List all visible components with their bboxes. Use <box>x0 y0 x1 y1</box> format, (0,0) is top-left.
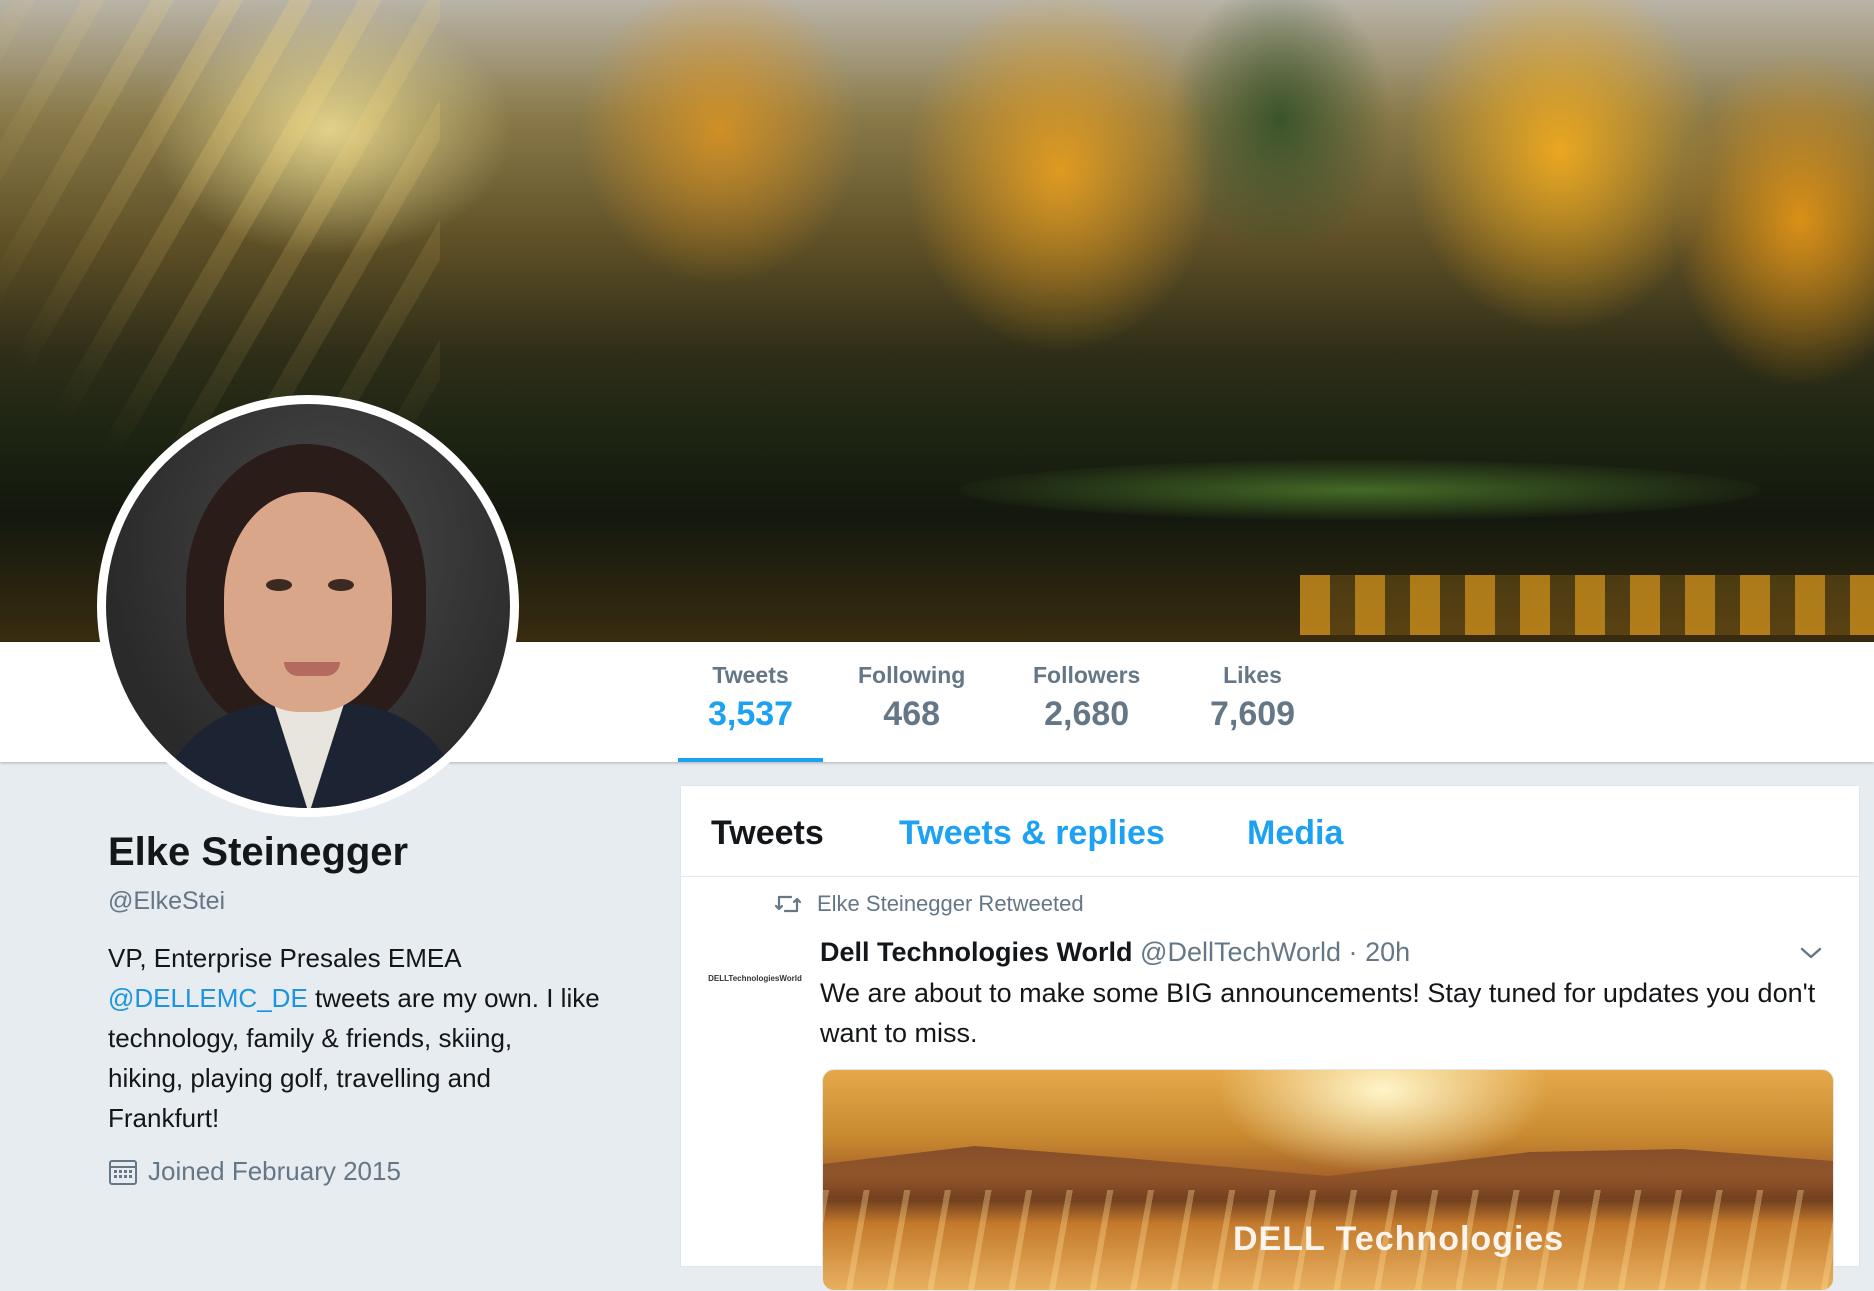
stat-value: 468 <box>883 695 941 733</box>
stat-following[interactable]: Following 468 <box>858 662 965 734</box>
profile-name[interactable]: Elke Steinegger <box>108 830 668 875</box>
stat-label: Followers <box>1033 662 1141 688</box>
stat-value: 3,537 <box>708 695 794 733</box>
banner-reflection <box>1300 575 1874 635</box>
tweet-timestamp[interactable]: 20h <box>1365 937 1410 967</box>
stat-followers[interactable]: Followers 2,680 <box>1033 662 1140 734</box>
tweet-separator: · <box>1348 937 1358 967</box>
bio-line: Frankfurt! <box>108 1103 220 1133</box>
calendar-icon <box>109 1159 137 1185</box>
retweet-icon <box>774 895 802 913</box>
bio-mention-link[interactable]: @DELLEMC_DE <box>108 983 308 1013</box>
stat-value: 7,609 <box>1210 695 1296 733</box>
tab-tweets[interactable]: Tweets <box>711 814 824 853</box>
join-date-text: Joined February 2015 <box>148 1156 401 1186</box>
stat-value: 2,680 <box>1044 695 1130 733</box>
timeline-card: Tweets Tweets & replies Media Elke Stein… <box>680 785 1860 1291</box>
bio-line: VP, Enterprise Presales EMEA <box>108 943 462 973</box>
tweet-header: Dell Technologies World @DellTechWorld ·… <box>820 937 1410 968</box>
bio-line: @DELLEMC_DE tweets are my own. I like <box>108 978 668 1018</box>
bio-text: tweets are my own. I like <box>307 983 600 1013</box>
stat-tweets[interactable]: Tweets 3,537 <box>677 662 824 762</box>
timeline-tabs: Tweets Tweets & replies Media <box>681 786 1859 877</box>
bio-line: hiking, playing golf, travelling and <box>108 1063 492 1093</box>
retweet-label[interactable]: Elke Steinegger Retweeted <box>817 891 1084 917</box>
tweet-author-name[interactable]: Dell Technologies World <box>820 937 1133 967</box>
avatar-photo <box>106 404 510 808</box>
banner-island <box>960 460 1760 520</box>
stat-likes[interactable]: Likes 7,609 <box>1210 662 1295 734</box>
stat-label: Following <box>858 662 966 688</box>
retweet-context: Elke Steinegger Retweeted <box>773 891 1084 917</box>
stat-label: Tweets <box>712 662 789 688</box>
profile-avatar[interactable] <box>97 395 519 817</box>
profile-card: Elke Steinegger @ElkeStei VP, Enterprise… <box>108 830 668 1187</box>
chevron-down-icon[interactable] <box>1797 939 1825 967</box>
profile-handle[interactable]: @ElkeStei <box>108 887 668 916</box>
tweet-author-avatar-logo: DELLTechnologiesWorld <box>708 973 802 983</box>
tweet-author-avatar[interactable]: DELLTechnologiesWorld <box>708 965 802 991</box>
stat-label: Likes <box>1223 662 1282 688</box>
profile-bio: VP, Enterprise Presales EMEA @DELLEMC_DE… <box>108 938 668 1138</box>
tab-media[interactable]: Media <box>1247 814 1343 853</box>
tab-tweets-replies[interactable]: Tweets & replies <box>899 814 1165 853</box>
tweet-author-handle[interactable]: @DellTechWorld <box>1140 937 1341 967</box>
bio-line: technology, family & friends, skiing, <box>108 1023 513 1053</box>
tweet-media-image[interactable]: DELL Technologies <box>822 1069 1834 1291</box>
tweet-text: We are about to make some BIG announceme… <box>820 978 1816 1048</box>
join-date: Joined February 2015 <box>108 1156 668 1187</box>
